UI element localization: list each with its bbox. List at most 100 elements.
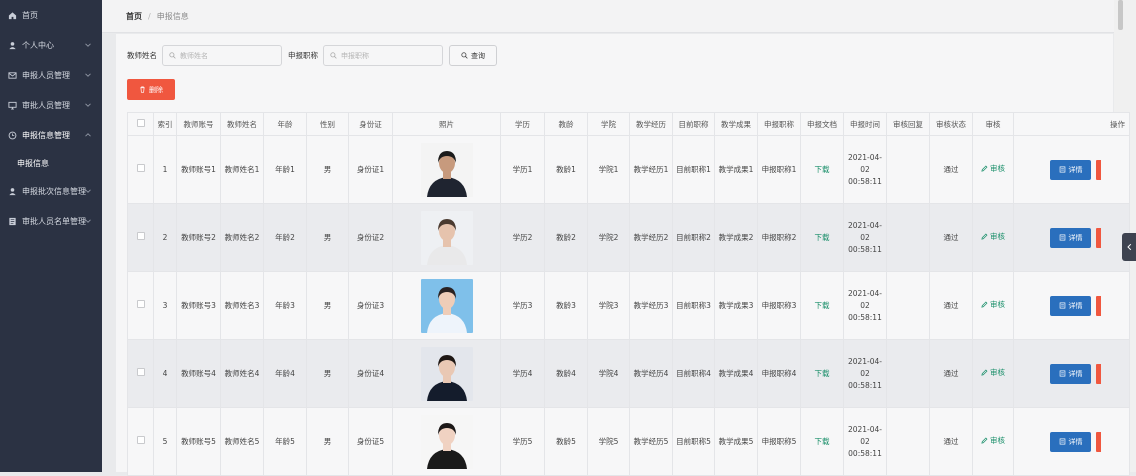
document-icon <box>1059 166 1065 173</box>
cell-reply <box>886 271 930 340</box>
monitor-icon <box>8 101 17 110</box>
sidebar-item-application-info-mgmt[interactable]: 申报信息管理 <box>0 120 102 150</box>
row-checkbox[interactable] <box>136 435 145 444</box>
cell-time: 2021-04-02 00:58:11 <box>843 339 887 408</box>
application-table: 索引 教师账号 教师姓名 年龄 性别 身份证 照片 学历 教龄 学院 教学经历 … <box>127 112 1130 476</box>
cell-index: 1 <box>153 135 177 204</box>
delete-row-button[interactable] <box>1096 159 1101 180</box>
cell-name: 教师姓名3 <box>220 271 264 340</box>
delete-row-button[interactable] <box>1096 227 1101 248</box>
document-icon <box>1059 234 1065 241</box>
table-header: 照片 <box>392 112 501 136</box>
chevron-down-icon <box>85 43 91 47</box>
cell-review: 审核 <box>972 407 1014 476</box>
sidebar-item-approver-mgmt[interactable]: 审批人员管理 <box>0 90 102 120</box>
teacher-photo <box>420 414 473 469</box>
delete-button[interactable]: 删除 <box>127 79 175 100</box>
review-label: 审核 <box>990 163 1005 173</box>
cell-teaching-age: 教龄5 <box>544 407 588 476</box>
row-checkbox[interactable] <box>136 163 145 172</box>
cell-applied-title: 申报职称4 <box>757 339 801 408</box>
table-header: 索引 <box>153 112 177 136</box>
sidebar-item-home[interactable]: 首页 <box>0 0 102 30</box>
review-link[interactable]: 审核 <box>981 435 1005 447</box>
teacher-name-input[interactable]: 教师姓名 <box>162 45 282 66</box>
teacher-name-placeholder: 教师姓名 <box>180 51 208 60</box>
sidebar-subitem-application-info[interactable]: 申报信息 <box>0 150 102 176</box>
cell-experience: 教学经历2 <box>629 203 673 272</box>
teacher-name-label: 教师姓名 <box>127 51 157 60</box>
download-link[interactable]: 下载 <box>815 437 830 446</box>
delete-row-button[interactable] <box>1096 363 1101 384</box>
cell-education: 学历1 <box>500 135 545 204</box>
download-link[interactable]: 下载 <box>815 301 830 310</box>
detail-button[interactable]: 详情 <box>1050 227 1091 248</box>
cell-account: 教师账号3 <box>176 271 221 340</box>
breadcrumb-current: 申报信息 <box>156 11 189 21</box>
detail-button[interactable]: 详情 <box>1050 363 1091 384</box>
sidebar-item-applicant-mgmt[interactable]: 申报人员管理 <box>0 60 102 90</box>
cell-index: 2 <box>153 203 177 272</box>
edit-icon <box>981 301 988 308</box>
cell-time: 2021-04-02 00:58:11 <box>843 271 887 340</box>
review-link[interactable]: 审核 <box>981 231 1005 243</box>
cell-education: 学历2 <box>500 203 545 272</box>
download-link[interactable]: 下载 <box>815 369 830 378</box>
review-label: 审核 <box>990 367 1005 377</box>
teacher-photo <box>420 346 473 401</box>
cell-applied-title: 申报职称1 <box>757 135 801 204</box>
cell-gender: 男 <box>306 203 349 272</box>
cell-teaching-age: 教龄4 <box>544 339 588 408</box>
row-checkbox[interactable] <box>136 299 145 308</box>
search-bar: 教师姓名 教师姓名 申报职称 申报职称 查询 <box>127 45 497 66</box>
cell-age: 年龄2 <box>263 203 307 272</box>
cell-actions: 详情 <box>1013 271 1130 340</box>
row-checkbox-cell <box>127 271 154 340</box>
search-icon <box>330 52 337 59</box>
row-checkbox[interactable] <box>136 367 145 376</box>
detail-button[interactable]: 详情 <box>1050 431 1091 452</box>
delete-row-button[interactable] <box>1096 295 1101 316</box>
breadcrumb-home[interactable]: 首页 <box>126 11 142 22</box>
scrollbar-thumb[interactable] <box>1118 0 1123 30</box>
content-panel: 教师姓名 教师姓名 申报职称 申报职称 查询 删除 索引 教师账号 教师姓名 年… <box>116 34 1130 476</box>
query-label: 查询 <box>471 51 485 60</box>
cell-college: 学院1 <box>587 135 630 204</box>
cell-actions: 详情 <box>1013 339 1130 408</box>
download-link[interactable]: 下载 <box>815 165 830 174</box>
table-header: 年龄 <box>263 112 307 136</box>
cell-achievement: 教学成果5 <box>714 407 758 476</box>
download-link[interactable]: 下载 <box>815 233 830 242</box>
detail-button[interactable]: 详情 <box>1050 295 1091 316</box>
cell-achievement: 教学成果4 <box>714 339 758 408</box>
sidebar-item-personal-center[interactable]: 个人中心 <box>0 30 102 60</box>
table-header: 学院 <box>587 112 630 136</box>
table-header: 学历 <box>500 112 545 136</box>
cell-document: 下载 <box>800 135 844 204</box>
select-all-checkbox[interactable] <box>136 119 145 127</box>
cell-actions: 详情 <box>1013 407 1130 476</box>
detail-button[interactable]: 详情 <box>1050 159 1091 180</box>
review-link[interactable]: 审核 <box>981 163 1005 175</box>
query-button[interactable]: 查询 <box>449 45 497 66</box>
row-checkbox[interactable] <box>136 231 145 240</box>
trash-icon <box>140 86 145 93</box>
row-checkbox-cell <box>127 135 154 204</box>
detail-label: 详情 <box>1068 165 1083 174</box>
collapse-panel-button[interactable] <box>1122 233 1136 261</box>
user-icon <box>8 41 17 50</box>
header-checkbox-cell <box>127 112 154 136</box>
mail-icon <box>8 71 17 80</box>
title-input[interactable]: 申报职称 <box>323 45 443 66</box>
review-link[interactable]: 审核 <box>981 299 1005 311</box>
cell-id-card: 身份证5 <box>348 407 393 476</box>
table-header: 申报文档 <box>800 112 844 136</box>
review-link[interactable]: 审核 <box>981 367 1005 379</box>
cell-education: 学历3 <box>500 271 545 340</box>
sidebar-item-approver-list-mgmt[interactable]: 审批人员名单管理 <box>0 206 102 236</box>
delete-row-button[interactable] <box>1096 431 1101 452</box>
sidebar-item-batch-info-mgmt[interactable]: 申报批次信息管理 <box>0 176 102 206</box>
detail-label: 详情 <box>1068 301 1083 310</box>
table-header: 教学经历 <box>629 112 673 136</box>
cell-status: 通过 <box>929 407 973 476</box>
